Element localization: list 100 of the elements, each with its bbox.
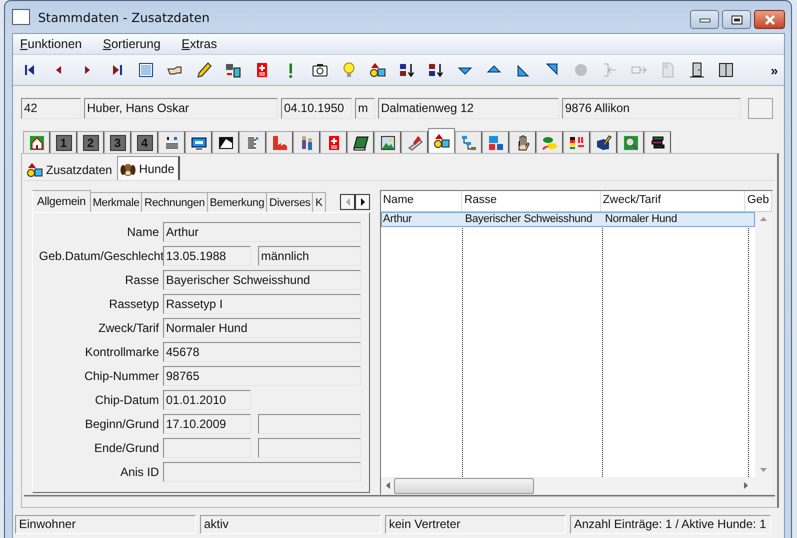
module-tab[interactable] xyxy=(158,131,185,153)
shapes-icon xyxy=(370,62,386,78)
table-cell-text: Normaler Hund xyxy=(604,212,678,227)
input-field[interactable]: Bayerischer Schweisshund xyxy=(163,270,361,290)
detail-tab[interactable]: Rechnungen xyxy=(142,192,208,212)
triangle-left-icon xyxy=(344,198,350,206)
input-field[interactable]: 45678 xyxy=(163,342,361,362)
toolbar-overflow-button[interactable]: » xyxy=(768,62,780,78)
sub-tab[interactable]: Zusatzdaten xyxy=(24,158,118,180)
module-tab[interactable] xyxy=(185,131,212,153)
module-tab[interactable] xyxy=(320,131,347,153)
document-icon xyxy=(660,62,676,78)
header-field: m xyxy=(355,98,375,119)
window-icon xyxy=(12,9,30,25)
input-field[interactable] xyxy=(258,414,361,434)
devices-icon xyxy=(224,62,240,78)
detail-tab[interactable]: Diverses xyxy=(267,192,314,212)
status-field: kein Vertreter xyxy=(385,515,566,534)
input-field[interactable]: Normaler Hund xyxy=(163,318,361,338)
table-row[interactable]: Arthur Bayerischer Schweisshund Normaler Hund xyxy=(381,212,755,227)
module-tab[interactable] xyxy=(536,131,563,153)
scroll-left-button[interactable] xyxy=(340,194,355,210)
pencil-icon xyxy=(196,62,212,78)
input-field[interactable] xyxy=(258,438,361,458)
book-icon xyxy=(352,134,368,150)
tree-icon xyxy=(460,134,476,150)
module-tab[interactable] xyxy=(347,131,374,153)
shapes-icon xyxy=(27,162,43,178)
blocks-icon xyxy=(488,134,504,150)
input-field[interactable]: Arthur xyxy=(163,222,361,242)
module-tab[interactable] xyxy=(455,131,482,153)
menu-item[interactable]: Sortierung xyxy=(102,37,172,51)
input-field[interactable]: Rassetyp I xyxy=(163,294,361,314)
module-tab[interactable] xyxy=(428,128,455,153)
vertical-scrollbar[interactable] xyxy=(755,212,772,477)
module-tab[interactable] xyxy=(239,131,266,153)
detail-tab[interactable]: Merkmale xyxy=(90,192,142,212)
header-field: 04.10.1950 xyxy=(281,98,352,119)
module-tab[interactable] xyxy=(644,131,671,153)
books-icon xyxy=(650,134,666,150)
module-tab[interactable] xyxy=(401,131,428,153)
close-icon xyxy=(764,14,776,24)
triangle-left-icon xyxy=(55,65,62,75)
column-header[interactable]: Geb xyxy=(745,191,772,211)
header-field: Dalmatienweg 12 xyxy=(378,98,559,119)
close-button[interactable] xyxy=(754,10,785,29)
lightbulb-icon xyxy=(340,62,356,78)
field-label: Chip-Nummer xyxy=(83,369,159,383)
input-field[interactable]: 17.10.2009 xyxy=(163,414,251,434)
module-tab[interactable] xyxy=(293,131,320,153)
camera-icon xyxy=(312,62,328,78)
status-field: aktiv xyxy=(200,515,381,534)
module-tab[interactable] xyxy=(482,131,509,153)
color-box xyxy=(748,98,773,119)
menu-item[interactable]: Funktionen xyxy=(20,37,93,51)
module-tab[interactable] xyxy=(509,131,536,153)
field-label: Beginn/Grund xyxy=(84,417,159,431)
column-header[interactable]: Name xyxy=(381,191,462,211)
input-field[interactable]: 13.05.1988 xyxy=(163,246,251,266)
sub-tab[interactable]: Hunde xyxy=(117,156,180,180)
field-label: Rassetyp xyxy=(108,297,159,311)
module-tab[interactable] xyxy=(563,131,590,153)
input-field[interactable] xyxy=(163,438,251,458)
horizontal-scrollbar[interactable] xyxy=(381,477,772,494)
scroll-down-icon xyxy=(760,468,767,472)
door-icon xyxy=(688,62,704,78)
scrollbar-thumb[interactable] xyxy=(394,478,534,494)
circle-icon xyxy=(572,62,588,78)
arrow-in-icon xyxy=(602,62,618,78)
scroll-right-icon xyxy=(744,482,748,489)
text-lines-icon xyxy=(164,134,180,150)
minimize-icon xyxy=(698,16,710,24)
module-tab[interactable] xyxy=(590,131,617,153)
module-tab[interactable] xyxy=(212,131,239,153)
column-header[interactable]: Rasse xyxy=(462,191,601,211)
scroll-up-icon xyxy=(760,217,767,221)
header-field: Huber, Hans Oskar xyxy=(84,98,278,119)
detail-tab[interactable]: K xyxy=(313,192,326,212)
detail-tab[interactable]: Bemerkung xyxy=(208,192,268,212)
input-field[interactable] xyxy=(163,462,361,482)
corner-triangle-icon xyxy=(514,62,530,78)
module-tab[interactable] xyxy=(266,131,293,153)
field-label: Ende/Grund xyxy=(93,441,159,455)
maximize-button[interactable] xyxy=(722,10,751,29)
header-field: 9876 Allikon xyxy=(562,98,741,119)
input-field[interactable]: 01.01.2010 xyxy=(163,390,251,410)
module-tab[interactable] xyxy=(23,131,50,153)
menu-item[interactable]: Extras xyxy=(182,37,228,51)
minimize-button[interactable] xyxy=(690,10,719,29)
module-tab[interactable] xyxy=(374,131,401,153)
field-label: Zweck/Tarif xyxy=(97,321,159,335)
landscape-icon xyxy=(380,134,396,150)
window-title: Stammdaten - Zusatzdaten xyxy=(38,10,211,24)
input-field[interactable]: männlich xyxy=(258,246,361,266)
scroll-left-icon xyxy=(386,482,390,489)
column-header[interactable]: Zweck/Tarif xyxy=(600,191,746,211)
detail-tab[interactable]: Allgemein xyxy=(32,190,91,212)
input-field[interactable]: 98765 xyxy=(163,366,361,386)
module-tab[interactable] xyxy=(617,131,644,153)
scroll-right-button[interactable] xyxy=(355,194,370,210)
